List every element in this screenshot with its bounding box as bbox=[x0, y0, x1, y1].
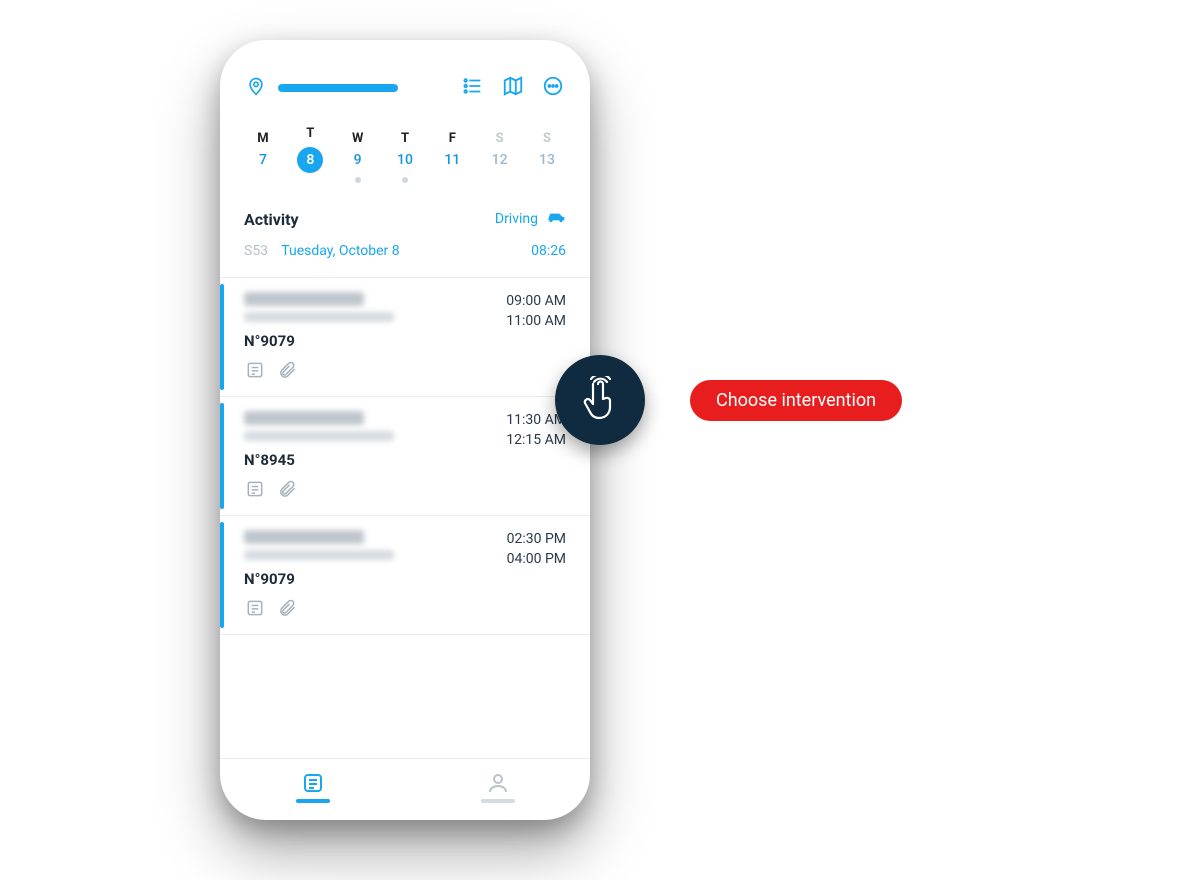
intervention-address-blurred bbox=[244, 550, 394, 560]
intervention-times: 09:00 AM11:00 AM bbox=[506, 292, 566, 384]
intervention-item[interactable]: N°8945 11:30 AM12:15 AM bbox=[220, 397, 590, 516]
calendar-daynum: 13 bbox=[539, 152, 555, 168]
notes-icon[interactable] bbox=[244, 479, 266, 503]
calendar-dow: W bbox=[352, 131, 363, 146]
driving-status[interactable]: Driving bbox=[495, 209, 566, 229]
calendar-day[interactable]: T8 bbox=[291, 126, 329, 173]
calendar-daynum: 10 bbox=[397, 152, 413, 168]
calendar-dow: M bbox=[257, 131, 268, 146]
location-title-placeholder bbox=[278, 84, 398, 92]
calendar-dow: S bbox=[543, 131, 551, 146]
intervention-title-blurred bbox=[244, 411, 364, 425]
calendar-dow: T bbox=[306, 126, 314, 141]
intervention-list: N°9079 09:00 AM11:00 AM N°8945 11:30 AM12:1… bbox=[220, 277, 590, 758]
intervention-times: 11:30 AM12:15 AM bbox=[506, 411, 566, 503]
nav-tab-profile[interactable] bbox=[481, 771, 515, 803]
calendar-daynum: 7 bbox=[259, 152, 267, 168]
activity-section: Activity Driving S53 Tuesday, October 8 … bbox=[220, 191, 590, 269]
calendar-day[interactable]: M7 bbox=[244, 131, 282, 168]
calendar-daynum: 12 bbox=[492, 152, 508, 168]
activity-title: Activity bbox=[244, 210, 299, 229]
attachment-icon[interactable] bbox=[276, 598, 298, 622]
intervention-item[interactable]: N°9079 09:00 AM11:00 AM bbox=[220, 278, 590, 397]
intervention-ref: N°8945 bbox=[244, 451, 394, 469]
calendar-dot-indicator bbox=[355, 177, 361, 183]
accent-bar bbox=[220, 284, 224, 390]
attachment-icon[interactable] bbox=[276, 479, 298, 503]
intervention-ref: N°9079 bbox=[244, 332, 394, 350]
map-icon[interactable] bbox=[502, 75, 524, 101]
intervention-address-blurred bbox=[244, 312, 394, 322]
calendar-daynum: 11 bbox=[444, 152, 460, 168]
intervention-title-blurred bbox=[244, 530, 364, 544]
calendar-daynum: 8 bbox=[297, 147, 323, 173]
accent-bar bbox=[220, 403, 224, 509]
intervention-times: 02:30 PM04:00 PM bbox=[507, 530, 566, 622]
calendar-dot-indicator bbox=[402, 177, 408, 183]
calendar-day[interactable]: S 12 bbox=[481, 131, 519, 168]
calendar-day[interactable]: W9 bbox=[339, 131, 377, 168]
calendar-dow: F bbox=[449, 131, 456, 146]
intervention-address-blurred bbox=[244, 431, 394, 441]
status-label: Driving bbox=[495, 211, 538, 227]
week-calendar: M7T8W9T10F11S12S13 bbox=[220, 116, 590, 191]
calendar-day[interactable]: T 10 bbox=[386, 131, 424, 168]
location-pin-icon[interactable] bbox=[246, 74, 266, 102]
touch-gesture-icon bbox=[555, 355, 645, 445]
more-options-icon[interactable] bbox=[542, 75, 564, 101]
calendar-daynum: 9 bbox=[354, 152, 362, 168]
calendar-day[interactable]: S 13 bbox=[528, 131, 566, 168]
notes-icon[interactable] bbox=[244, 360, 266, 384]
phone-frame: M7T8W9T10F11S12S13 Activity Driving S53 … bbox=[220, 40, 590, 820]
bottom-nav bbox=[220, 758, 590, 820]
calendar-dow: S bbox=[496, 131, 504, 146]
list-view-icon[interactable] bbox=[462, 75, 484, 101]
week-code: S53 bbox=[244, 243, 268, 259]
intervention-title-blurred bbox=[244, 292, 364, 306]
intervention-ref: N°9079 bbox=[244, 570, 394, 588]
intervention-item[interactable]: N°9079 02:30 PM04:00 PM bbox=[220, 516, 590, 635]
accent-bar bbox=[220, 522, 224, 628]
notes-icon[interactable] bbox=[244, 598, 266, 622]
attachment-icon[interactable] bbox=[276, 360, 298, 384]
current-time: 08:26 bbox=[531, 243, 566, 259]
callout-choose-intervention: Choose intervention bbox=[690, 380, 902, 421]
calendar-day[interactable]: F 11 bbox=[433, 131, 471, 168]
top-bar bbox=[220, 40, 590, 116]
car-icon bbox=[546, 209, 566, 229]
nav-tab-agenda[interactable] bbox=[296, 771, 330, 803]
calendar-dow: T bbox=[401, 131, 409, 146]
date-text: Tuesday, October 8 bbox=[281, 243, 399, 259]
